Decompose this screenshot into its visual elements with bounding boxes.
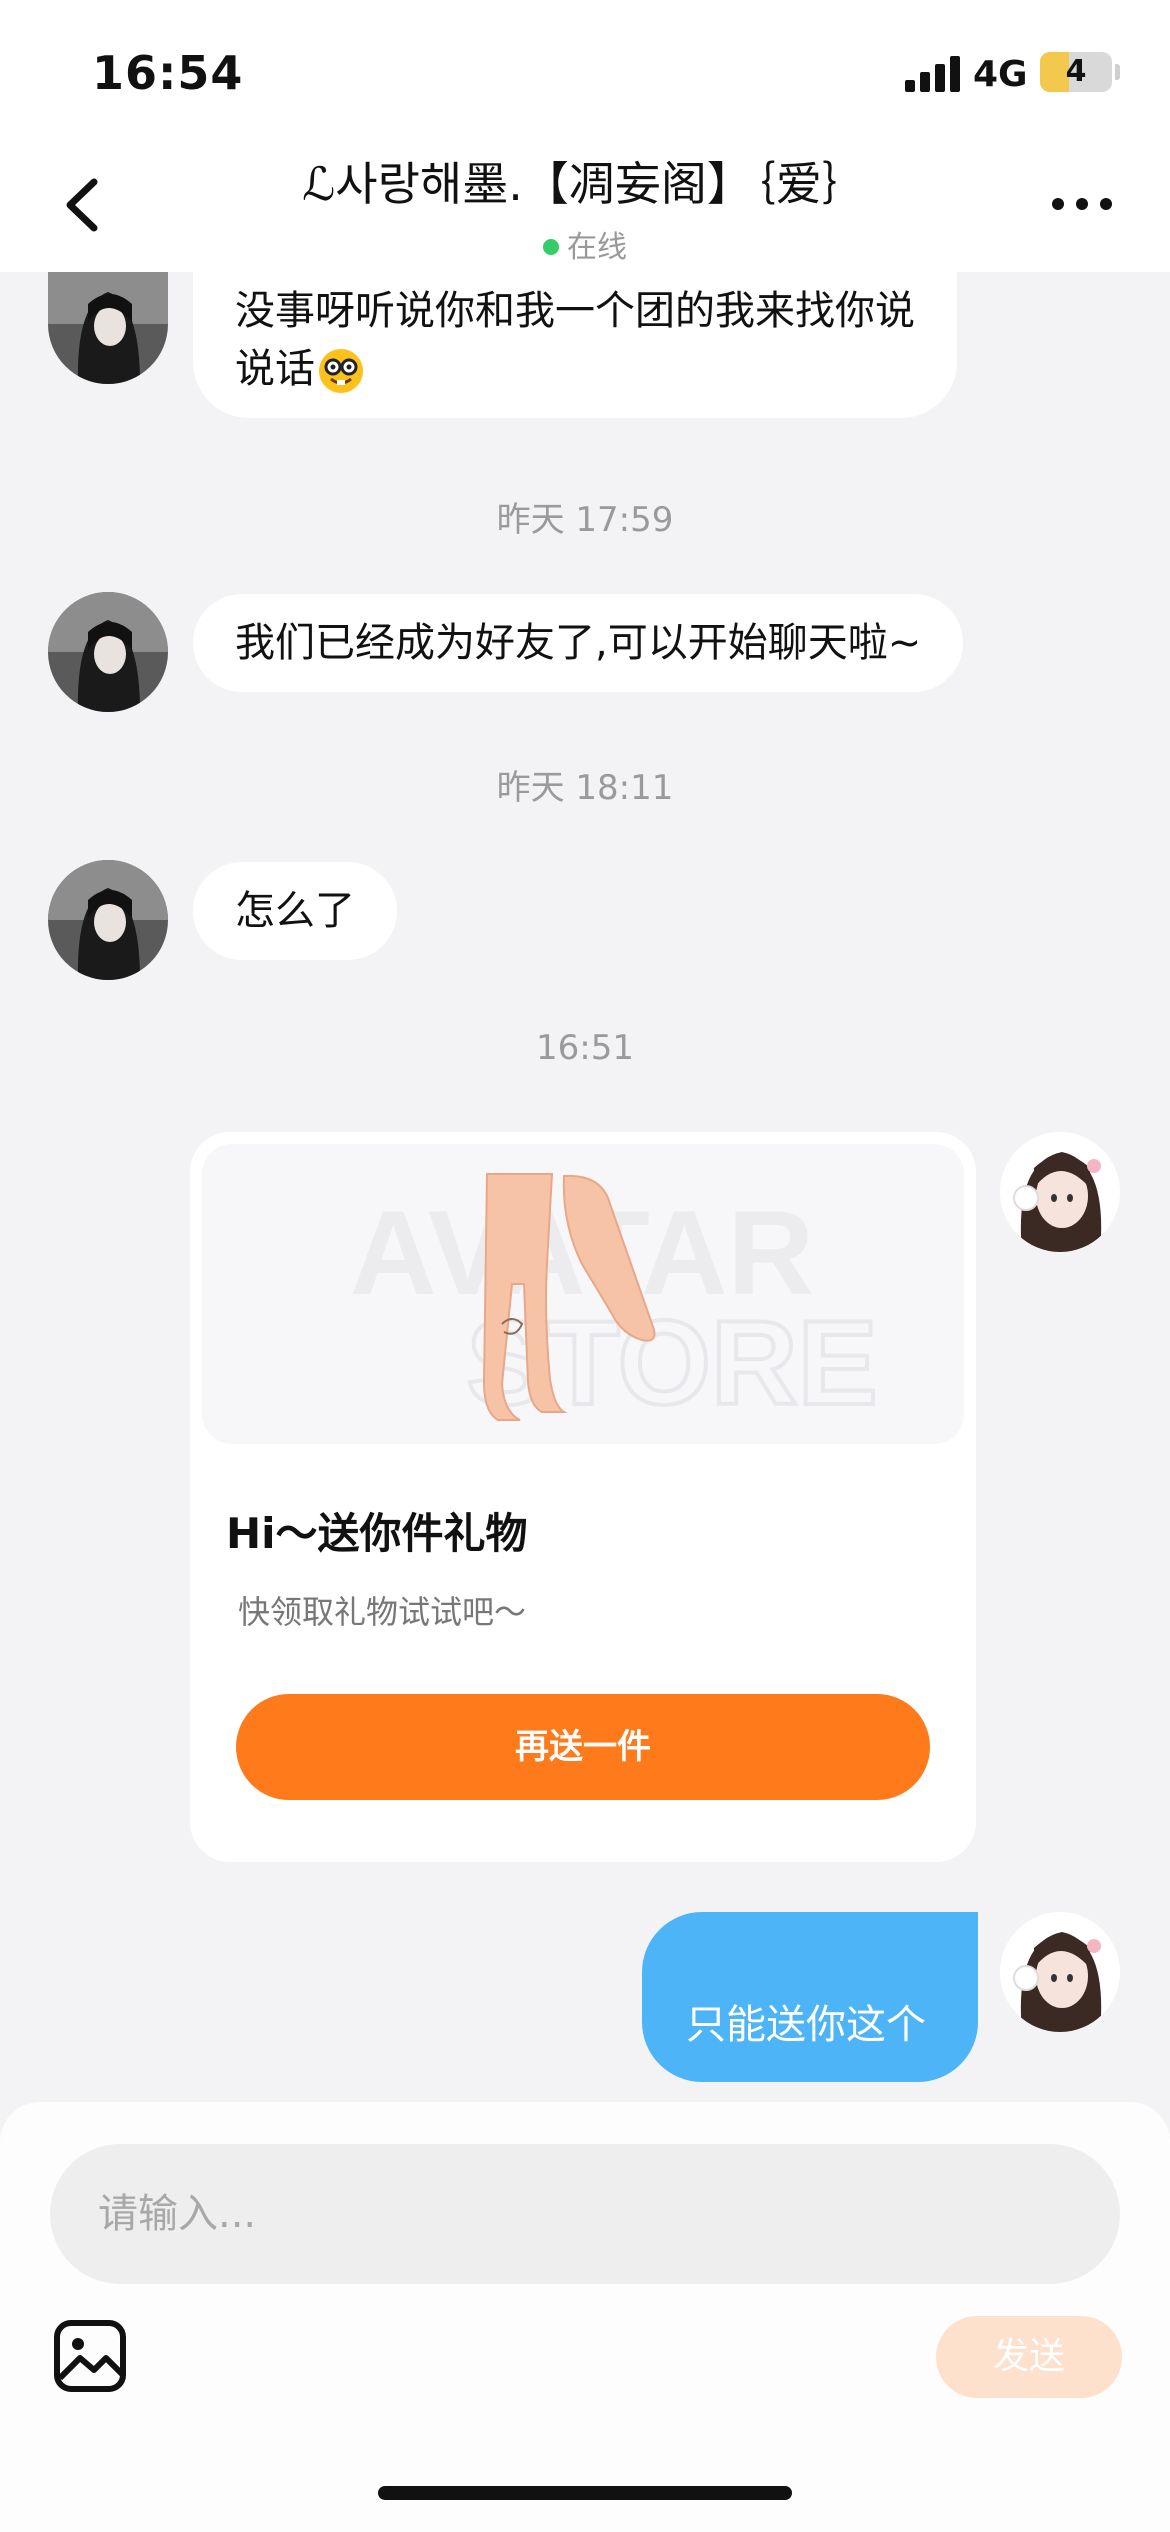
message-text-line: 没事呀听说你和我一个团的我来找你说	[235, 288, 915, 334]
my-avatar-image	[1000, 1132, 1120, 1252]
chat-header: ℒ사랑해墨.【凋妄阁】｛爱｝ 在线	[0, 140, 1170, 272]
more-dot-icon	[1076, 198, 1088, 210]
my-avatar[interactable]	[1000, 1912, 1120, 2032]
image-picker-button[interactable]	[52, 2318, 128, 2394]
my-avatar[interactable]	[1000, 1132, 1120, 1252]
status-bar: 16:54 4G 4	[0, 0, 1170, 140]
gift-title: Hi～送你件礼物	[226, 1509, 528, 1558]
timestamp: 昨天 17:59	[496, 500, 674, 540]
contact-avatar[interactable]	[48, 592, 168, 712]
gift-subtitle: 快领取礼物试试吧～	[238, 1593, 527, 1631]
chat-title: ℒ사랑해墨.【凋妄阁】｛爱｝	[302, 157, 868, 211]
battery-cap	[1115, 64, 1120, 80]
message-text-line: 说话	[235, 340, 915, 398]
message-text: 说话	[235, 346, 315, 392]
gift-card[interactable]: AVATAR STORE Hi～送你件礼物 快领取礼物试试吧～ 再送一件	[190, 1132, 976, 1862]
send-another-gift-button[interactable]: 再送一件	[236, 1694, 930, 1800]
timestamp: 昨天 18:11	[496, 768, 674, 808]
message-list[interactable]: 没事呀听说你和我一个团的我来找你说 说话 昨天 17:59 我们已经成为好友了,…	[0, 272, 1170, 2102]
battery-icon: 4	[1040, 52, 1112, 92]
send-button[interactable]: 发送	[936, 2316, 1122, 2398]
legs-gift-illustration: AVATAR STORE	[350, 1173, 880, 1432]
my-avatar-image	[1000, 1912, 1120, 2032]
outgoing-message-bubble[interactable]: 只能送你这个	[642, 1912, 978, 2082]
contact-avatar-image	[48, 860, 168, 980]
message-text: 我们已经成为好友了,可以开始聊天啦~	[235, 620, 922, 666]
contact-avatar[interactable]	[48, 860, 168, 980]
message-text: 怎么了	[235, 888, 355, 934]
message-text: 只能送你这个	[686, 2002, 926, 2048]
incoming-message-bubble[interactable]: 没事呀听说你和我一个团的我来找你说 说话	[193, 272, 957, 418]
contact-avatar[interactable]	[48, 272, 168, 384]
network-type: 4G	[973, 54, 1028, 95]
battery-level: 4	[1065, 54, 1087, 89]
home-indicator[interactable]	[378, 2486, 792, 2500]
nerd-face-emoji-icon	[319, 349, 363, 393]
more-dot-icon	[1100, 198, 1112, 210]
contact-avatar-image	[48, 272, 168, 384]
gift-image: AVATAR STORE	[202, 1144, 964, 1444]
message-input[interactable]	[50, 2144, 1120, 2284]
message-composer: 发送	[0, 2102, 1170, 2532]
image-icon	[54, 2320, 126, 2392]
incoming-message-bubble[interactable]: 怎么了	[193, 862, 397, 960]
status-time: 16:54	[92, 46, 244, 100]
incoming-message-bubble[interactable]: 我们已经成为好友了,可以开始聊天啦~	[193, 594, 964, 692]
timestamp: 16:51	[536, 1028, 634, 1068]
online-dot-icon	[543, 238, 559, 255]
online-status-label: 在线	[567, 230, 627, 265]
more-options-button[interactable]	[1050, 182, 1114, 222]
more-dot-icon	[1052, 198, 1064, 210]
contact-avatar-image	[48, 592, 168, 712]
cellular-signal-icon	[905, 56, 963, 92]
online-status: 在线	[0, 222, 1170, 266]
